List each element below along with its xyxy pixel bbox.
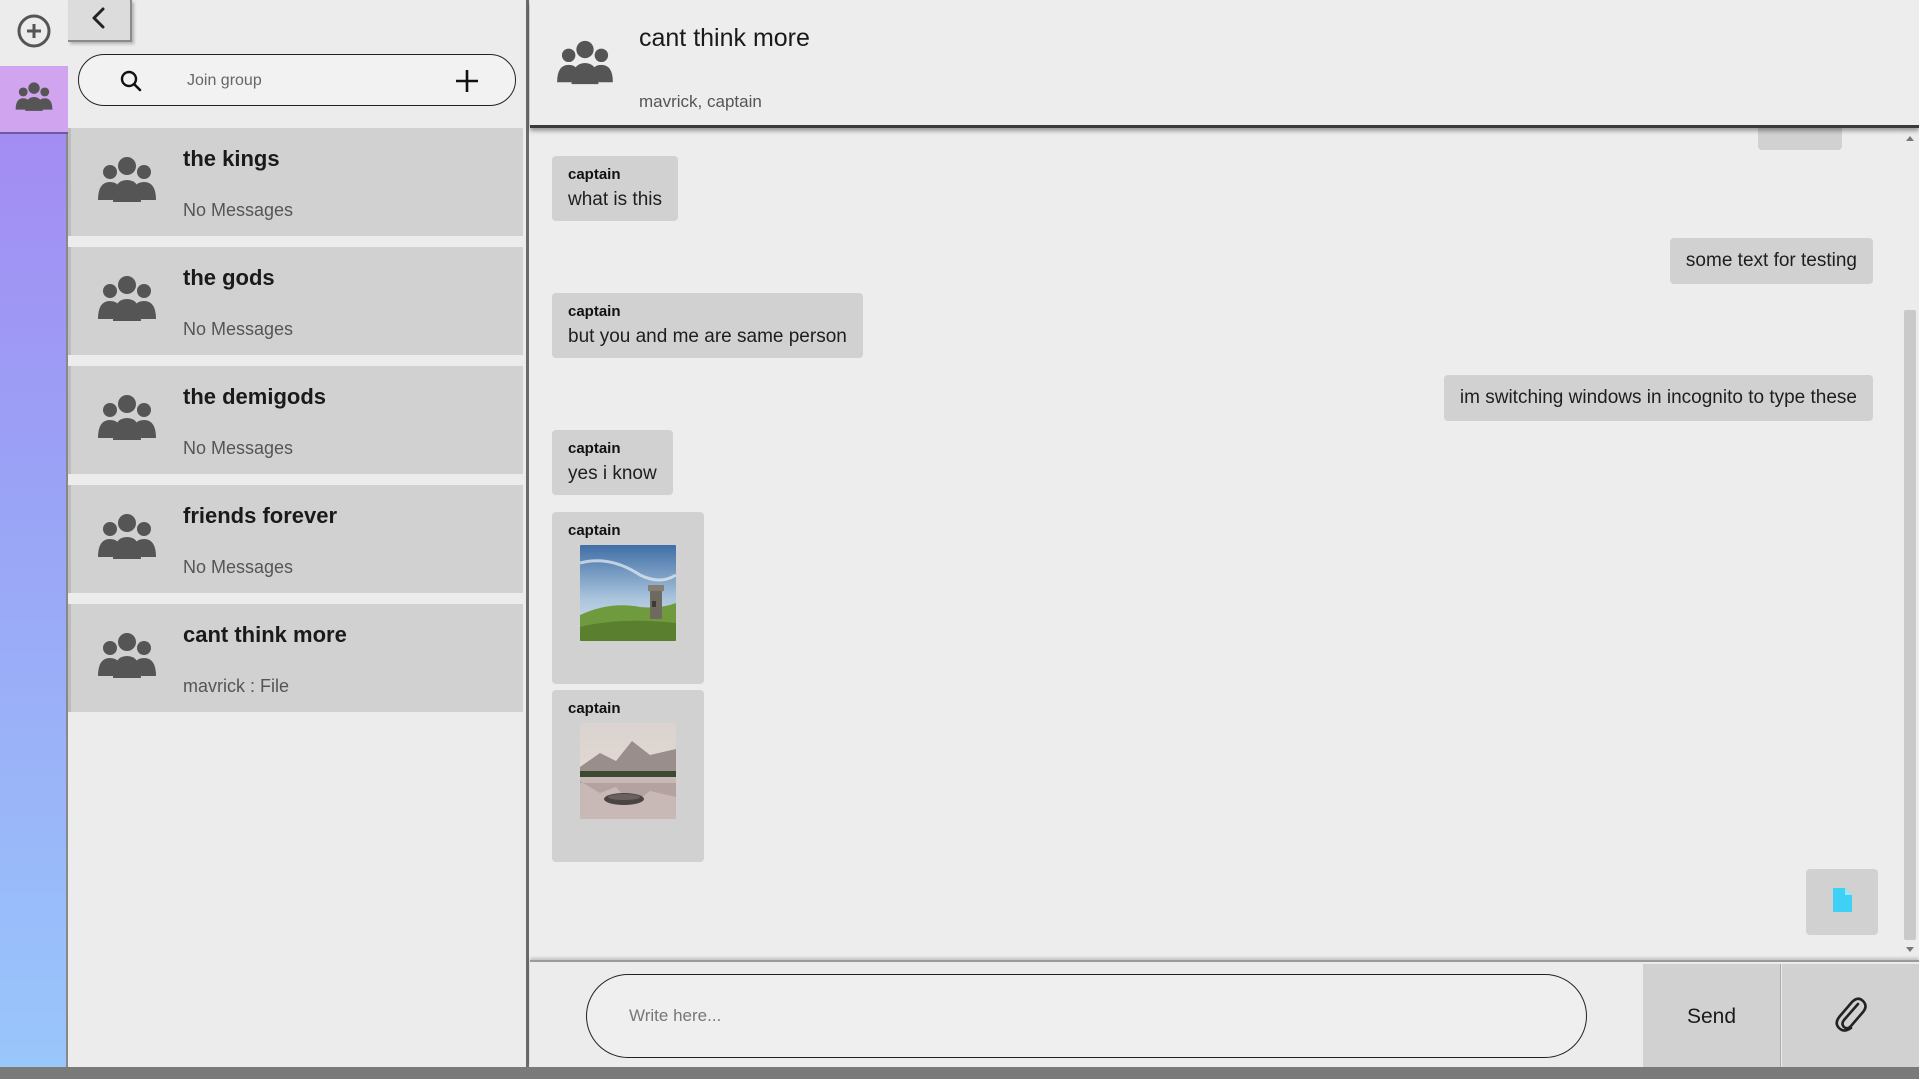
image-message: captain bbox=[552, 512, 704, 684]
group-last-message: No Messages bbox=[183, 200, 294, 220]
join-group-bar bbox=[78, 54, 516, 106]
group-last-message: No Messages bbox=[183, 319, 294, 339]
message-scrollbar[interactable] bbox=[1901, 128, 1919, 960]
message-text: some text for testing bbox=[1685, 250, 1857, 271]
chat-app: the kings No Messages the gods No Messag… bbox=[0, 0, 1919, 1069]
image-message: captain bbox=[552, 690, 704, 862]
scroll-up-icon[interactable] bbox=[1906, 136, 1914, 141]
group-last-message: No Messages bbox=[183, 438, 294, 458]
plus-circle-icon bbox=[15, 12, 53, 55]
group-name: the gods bbox=[183, 265, 275, 290]
users-icon bbox=[97, 630, 157, 687]
scroll-down-icon[interactable] bbox=[1906, 947, 1914, 952]
new-chat-button[interactable] bbox=[0, 0, 68, 66]
image-thumbnail-landscape-lake[interactable] bbox=[580, 723, 676, 819]
users-icon bbox=[97, 392, 157, 449]
message-bubble-out: some text for testing bbox=[1669, 238, 1873, 284]
message-text: im switching windows in incognito to typ… bbox=[1459, 387, 1857, 408]
message-list: captain what is this some text for testi… bbox=[530, 128, 1900, 960]
message-bubble-in: captain but you and me are same person bbox=[552, 293, 863, 358]
message-sender: captain bbox=[568, 303, 621, 320]
group-item[interactable]: the gods No Messages bbox=[68, 247, 523, 355]
group-name: cant think more bbox=[183, 622, 347, 647]
group-item-active[interactable]: cant think more mavrick : File bbox=[68, 604, 523, 712]
attach-button[interactable] bbox=[1782, 964, 1919, 1069]
group-item[interactable]: friends forever No Messages bbox=[68, 485, 523, 593]
message-sender: captain bbox=[568, 700, 621, 717]
users-icon bbox=[556, 38, 614, 93]
paperclip-icon bbox=[1834, 995, 1868, 1038]
nav-rail bbox=[0, 0, 68, 1067]
plus-icon[interactable] bbox=[453, 67, 481, 95]
chat-panel: cant think more mavrick, captain captain… bbox=[530, 0, 1919, 1069]
message-sender: captain bbox=[568, 166, 621, 183]
message-text: what is this bbox=[568, 189, 662, 210]
chat-members: mavrick, captain bbox=[639, 92, 762, 111]
file-icon bbox=[1831, 887, 1853, 918]
scrollbar-thumb[interactable] bbox=[1904, 310, 1916, 940]
message-bubble-out: im switching windows in incognito to typ… bbox=[1443, 375, 1873, 421]
users-icon bbox=[15, 80, 53, 119]
search-icon[interactable] bbox=[119, 69, 143, 98]
message-bubble-in: captain what is this bbox=[552, 156, 678, 221]
window-bottom-edge bbox=[0, 1067, 1919, 1079]
group-name: friends forever bbox=[183, 503, 338, 528]
group-sidebar: the kings No Messages the gods No Messag… bbox=[68, 0, 529, 1067]
group-name: the kings bbox=[183, 146, 280, 171]
group-item[interactable]: the kings No Messages bbox=[68, 128, 523, 236]
users-icon bbox=[97, 511, 157, 568]
message-sender: captain bbox=[568, 522, 621, 539]
groups-tab[interactable] bbox=[0, 66, 68, 134]
group-last-message: mavrick : File bbox=[183, 676, 290, 696]
users-icon bbox=[97, 273, 157, 330]
group-item[interactable]: the demigods No Messages bbox=[68, 366, 523, 474]
chevron-left-icon bbox=[89, 6, 109, 35]
users-icon bbox=[97, 154, 157, 211]
message-bubble-in: captain yes i know bbox=[552, 430, 673, 495]
message-input[interactable] bbox=[586, 974, 1587, 1058]
message-text: yes i know bbox=[568, 463, 657, 484]
send-button[interactable]: Send bbox=[1643, 964, 1781, 1069]
back-button[interactable] bbox=[68, 0, 132, 42]
chat-title: cant think more bbox=[639, 24, 810, 52]
image-thumbnail-landscape-tower[interactable] bbox=[580, 545, 676, 641]
file-message[interactable] bbox=[1806, 869, 1878, 935]
message-composer: Send bbox=[530, 960, 1919, 1069]
message-sender: captain bbox=[568, 440, 621, 457]
message-bubble-partial bbox=[1758, 128, 1842, 150]
join-group-input[interactable] bbox=[187, 67, 417, 95]
message-text: but you and me are same person bbox=[568, 326, 847, 347]
group-last-message: No Messages bbox=[183, 557, 294, 577]
chat-header: cant think more mavrick, captain bbox=[530, 0, 1919, 128]
group-name: the demigods bbox=[183, 384, 327, 409]
group-list: the kings No Messages the gods No Messag… bbox=[68, 128, 523, 723]
